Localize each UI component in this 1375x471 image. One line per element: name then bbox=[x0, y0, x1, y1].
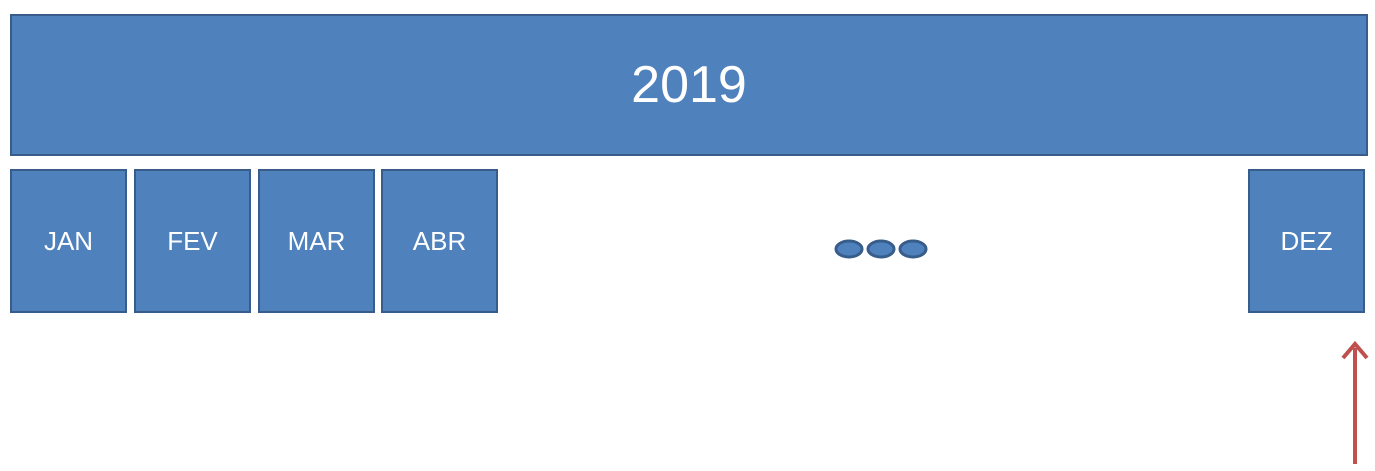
month-label-mar: MAR bbox=[287, 225, 346, 256]
month-box-jan: JAN bbox=[10, 169, 127, 313]
month-label-jan: JAN bbox=[43, 225, 94, 256]
month-label-dez: DEZ bbox=[1280, 225, 1333, 256]
year-box: 2019 bbox=[10, 14, 1368, 156]
up-arrow-icon bbox=[1341, 340, 1369, 464]
ellipsis-dots-icon bbox=[834, 239, 928, 259]
year-label: 2019 bbox=[631, 56, 747, 114]
month-box-fev: FEV bbox=[134, 169, 251, 313]
month-box-dez: DEZ bbox=[1248, 169, 1365, 313]
month-box-mar: MAR bbox=[258, 169, 375, 313]
month-box-abr: ABR bbox=[381, 169, 498, 313]
month-label-fev: FEV bbox=[167, 225, 218, 256]
month-label-abr: ABR bbox=[412, 225, 467, 256]
